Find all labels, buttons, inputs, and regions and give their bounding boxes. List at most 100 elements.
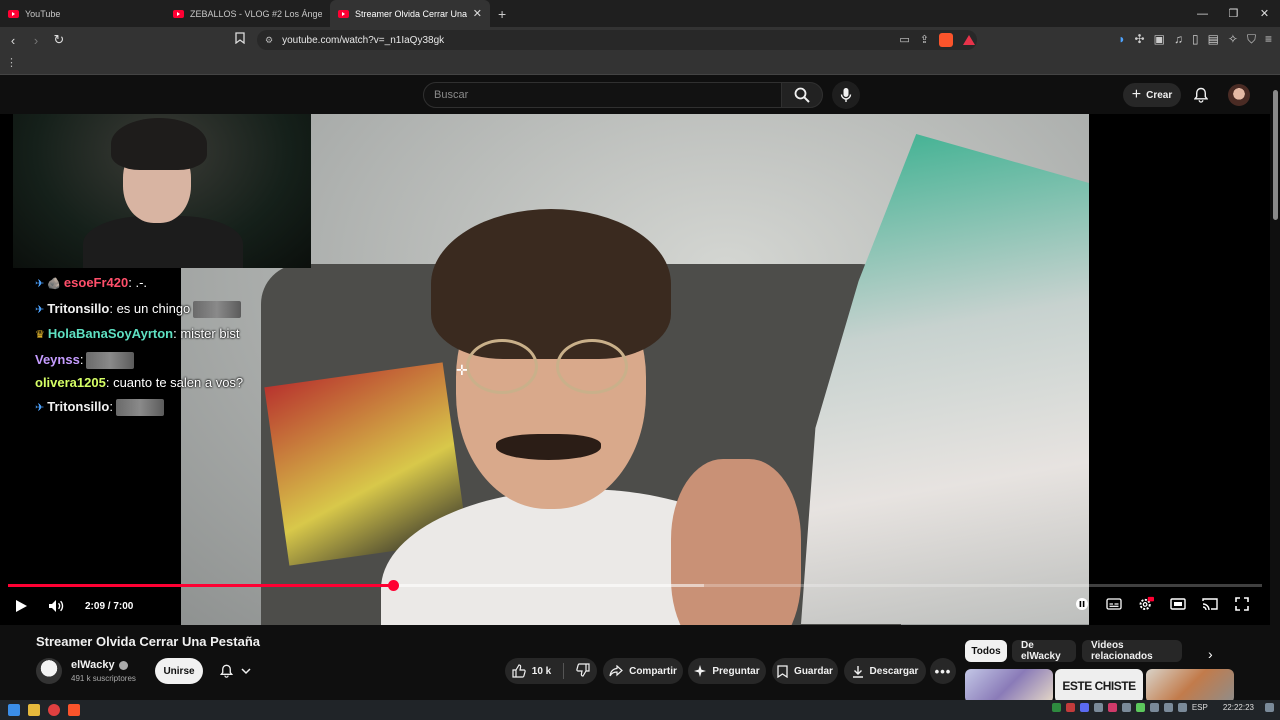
play-button[interactable] [14,598,28,614]
tray-app-icon[interactable] [1149,703,1159,712]
dislike-button[interactable] [576,662,590,680]
start-icon[interactable] [8,704,20,716]
new-tab-icon[interactable]: + [498,6,506,22]
chip-todos[interactable]: Todos [965,640,1007,662]
tray-app-icon[interactable] [1121,703,1131,712]
tab-streamer-olvida[interactable]: Streamer Olvida Cerrar Una Pestañ ✕ [330,0,490,27]
close-window-icon[interactable]: ✕ [1249,7,1280,20]
bookmark-icon[interactable] [235,32,245,47]
brave-taskbar-icon[interactable] [68,704,80,716]
vpn-shield-icon[interactable]: ⛉ [1247,32,1256,47]
menu-icon[interactable]: ≡ [1265,32,1272,47]
brave-rewards-icon[interactable] [963,35,975,45]
progress-scrubber[interactable] [387,580,399,591]
tray-app-icon[interactable] [1079,703,1089,712]
search-button[interactable] [781,82,823,108]
tab-youtube[interactable]: YouTube [0,0,165,27]
related-video-thumbnail[interactable] [1146,669,1234,703]
app-icon[interactable] [48,704,60,716]
tray-app-icon[interactable] [1107,703,1117,712]
tray-app-icon[interactable] [1135,703,1145,712]
wallet-icon[interactable]: ▤ [1208,32,1219,47]
volume-button[interactable] [48,598,64,614]
subscription-notifications-button[interactable] [212,659,258,683]
tray-app-icon[interactable] [1093,703,1103,712]
sidebar-icon[interactable]: ▯ [1192,32,1199,47]
join-button[interactable]: Unirse [155,658,203,684]
time-display: 2:09 / 7:00 [85,600,134,612]
settings-gear-icon[interactable] [1138,596,1154,612]
reload-icon[interactable]: ↻ [49,32,69,48]
search-input[interactable]: Buscar [423,82,782,108]
plus-icon: + [1131,86,1142,103]
page-scrollbar[interactable] [1271,76,1280,694]
close-tab-icon[interactable]: ✕ [473,7,482,20]
tray-app-icon[interactable] [1065,703,1075,712]
cast-page-icon[interactable]: ▭ [899,33,909,47]
chevron-right-icon[interactable]: › [1208,646,1213,662]
share-icon[interactable]: ⇪ [920,33,929,47]
chevron-down-icon [240,668,251,675]
brave-shields-icon[interactable] [939,33,953,47]
file-explorer-icon[interactable] [28,704,40,716]
back-icon[interactable]: ‹ [3,33,23,48]
bookmark-save-icon [777,664,788,678]
video-player[interactable]: ✈ 🪨 esoeFr420: .-. ✈ Tritonsillo: es un chin… [0,114,1270,625]
progress-bar[interactable] [8,580,1262,591]
restore-icon[interactable]: ❐ [1218,7,1249,20]
chip-de-elwacky[interactable]: De elWacky [1012,640,1076,662]
chat-username: Tritonsillo [47,398,110,414]
related-video-thumbnail[interactable] [965,669,1053,703]
language-indicator[interactable]: ESP [1192,703,1208,712]
related-video-thumbnail[interactable]: ESTE CHISTE [1055,669,1143,703]
chat-message-text: : cuanto te salen a vos? [105,375,244,390]
tray-app-icon[interactable] [1051,703,1061,712]
scrollbar-thumb[interactable] [1273,90,1278,220]
site-info-icon[interactable]: ⚙ [265,35,273,46]
read-aloud-icon[interactable]: ◗ [1118,32,1125,47]
forward-icon[interactable]: › [26,33,46,48]
more-horizontal-icon: ••• [934,663,952,679]
autoplay-toggle-icon[interactable] [1074,596,1090,612]
address-bar[interactable]: ⚙ youtube.com/watch?v=_n1IaQy38gk [257,30,977,50]
theater-mode-icon[interactable] [1170,596,1186,612]
streamer-hand [671,459,801,625]
chip-videos-relacionados[interactable]: Videos relacionados [1082,640,1182,662]
ask-button[interactable]: Preguntar [688,658,766,684]
tab-search-icon[interactable]: ⋮ [6,56,17,69]
bell-icon [219,664,233,678]
share-button[interactable]: Compartir [603,658,683,684]
minimize-icon[interactable]: — [1187,8,1218,20]
chat-emote-image [86,351,135,369]
more-actions-button[interactable]: ••• [930,658,956,684]
glasses-right-lens [556,339,628,394]
notifications-tray-icon[interactable] [1265,703,1274,712]
extensions-icon[interactable]: ✣ [1135,32,1145,47]
voice-search-button[interactable] [832,81,860,109]
sparkle-icon [694,665,707,677]
extensions-bar: ◗ ✣ ▣ ♫ ▯ ▤ ✧ ⛉ ≡ [1118,32,1272,47]
chat-badge-icon: 🪨 [47,278,61,290]
account-avatar[interactable] [1228,84,1250,106]
chat-message-text: : es un chingo [109,300,191,316]
like-button[interactable]: 10 k [512,664,551,678]
create-button[interactable]: + Crear [1123,83,1181,107]
subtitles-icon[interactable] [1106,596,1122,612]
network-icon[interactable] [1163,703,1173,712]
channel-avatar[interactable] [36,658,62,684]
volume-tray-icon[interactable] [1177,703,1187,712]
thumbs-down-icon [576,662,590,677]
screenshot-icon[interactable]: ▣ [1154,32,1165,47]
media-icon[interactable]: ♫ [1174,32,1183,47]
chat-message-text: : .-. [128,275,148,290]
cast-icon[interactable] [1202,596,1218,612]
download-button[interactable]: Descargar [844,658,926,684]
tab-zeballos-vlog[interactable]: ZEBALLOS - VLOG #2 Los Ángeles | A [165,0,330,27]
leo-ai-icon[interactable]: ✧ [1228,32,1238,47]
chat-message: Veynss: [35,348,325,372]
fullscreen-icon[interactable] [1234,596,1250,612]
channel-name[interactable]: elWacky [71,659,128,671]
notifications-button[interactable] [1190,84,1212,106]
clock[interactable]: 22:22:23 [1223,703,1254,712]
save-button[interactable]: Guardar [772,658,838,684]
